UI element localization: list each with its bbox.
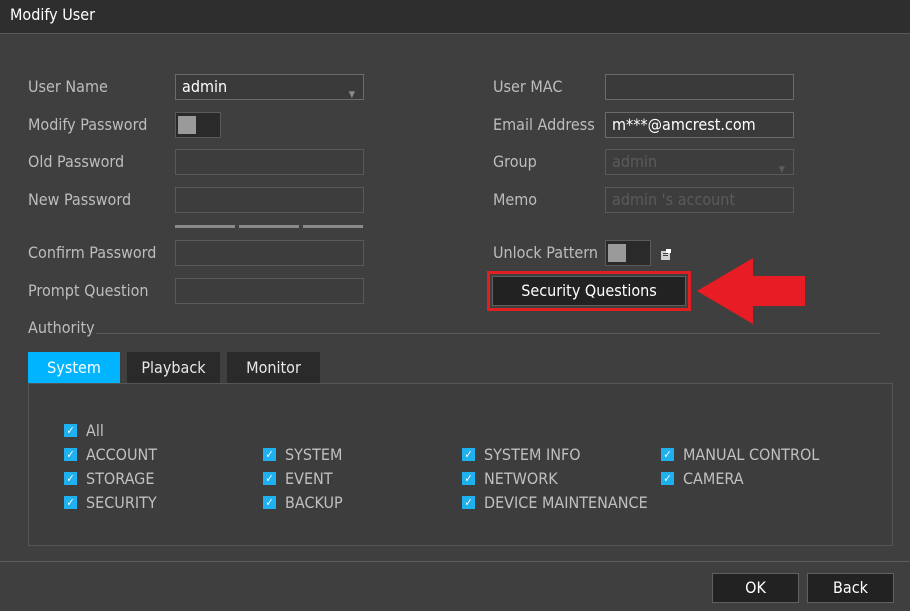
title-bar: Modify User xyxy=(0,0,910,34)
perm-all[interactable]: ✓ All xyxy=(64,421,104,440)
ok-button[interactable]: OK xyxy=(712,573,799,603)
window-title: Modify User xyxy=(10,5,96,24)
confirm-password-label: Confirm Password xyxy=(28,243,157,262)
authority-divider xyxy=(96,333,880,334)
check-icon[interactable]: ✓ xyxy=(64,496,77,509)
perm-manual-control[interactable]: ✓ MANUAL CONTROL xyxy=(661,445,819,464)
prompt-question-field[interactable] xyxy=(175,278,364,304)
group-value: admin xyxy=(612,152,658,171)
group-select[interactable]: admin ▼ xyxy=(605,149,794,175)
check-icon[interactable]: ✓ xyxy=(263,496,276,509)
memo-label: Memo xyxy=(493,190,538,209)
modify-password-toggle[interactable] xyxy=(175,112,221,138)
username-label: User Name xyxy=(28,77,108,96)
back-button[interactable]: Back xyxy=(807,573,894,603)
unlock-pattern-toggle[interactable] xyxy=(605,240,651,266)
edit-pattern-icon[interactable] xyxy=(660,246,672,265)
chevron-down-icon: ▼ xyxy=(778,165,785,175)
check-icon[interactable]: ✓ xyxy=(462,496,475,509)
tab-monitor[interactable]: Monitor xyxy=(227,352,320,383)
perm-device-maintenance[interactable]: ✓ DEVICE MAINTENANCE xyxy=(462,493,648,512)
perm-event[interactable]: ✓ EVENT xyxy=(263,469,333,488)
perm-security[interactable]: ✓ SECURITY xyxy=(64,493,157,512)
check-icon[interactable]: ✓ xyxy=(64,424,77,437)
password-strength-bar-3 xyxy=(303,225,363,228)
security-questions-button[interactable]: Security Questions xyxy=(492,276,686,306)
group-label: Group xyxy=(493,152,537,171)
check-icon[interactable]: ✓ xyxy=(263,448,276,461)
check-icon[interactable]: ✓ xyxy=(661,472,674,485)
prompt-question-label: Prompt Question xyxy=(28,281,149,300)
tab-system[interactable]: System xyxy=(28,352,120,383)
new-password-label: New Password xyxy=(28,190,132,209)
confirm-password-field[interactable] xyxy=(175,240,364,266)
password-strength-bar-2 xyxy=(239,225,299,228)
check-icon[interactable]: ✓ xyxy=(462,448,475,461)
new-password-field[interactable] xyxy=(175,187,364,213)
unlock-pattern-label: Unlock Pattern xyxy=(493,243,598,262)
chevron-down-icon: ▼ xyxy=(348,90,355,100)
username-select[interactable]: admin ▼ xyxy=(175,74,364,100)
modify-password-label: Modify Password xyxy=(28,115,148,134)
check-icon[interactable]: ✓ xyxy=(661,448,674,461)
username-value: admin xyxy=(182,77,228,96)
perm-storage[interactable]: ✓ STORAGE xyxy=(64,469,154,488)
perm-system[interactable]: ✓ SYSTEM xyxy=(263,445,342,464)
memo-field[interactable]: admin 's account xyxy=(605,187,794,213)
perm-system-info[interactable]: ✓ SYSTEM INFO xyxy=(462,445,581,464)
check-icon[interactable]: ✓ xyxy=(64,448,77,461)
old-password-label: Old Password xyxy=(28,152,125,171)
red-arrow-icon xyxy=(697,258,805,324)
check-icon[interactable]: ✓ xyxy=(462,472,475,485)
footer-divider xyxy=(0,561,910,562)
permissions-panel xyxy=(28,383,893,546)
toggle-knob xyxy=(178,116,196,134)
perm-network[interactable]: ✓ NETWORK xyxy=(462,469,558,488)
perm-camera[interactable]: ✓ CAMERA xyxy=(661,469,744,488)
perm-backup[interactable]: ✓ BACKUP xyxy=(263,493,343,512)
email-label: Email Address xyxy=(493,115,595,134)
email-field[interactable]: m***@amcrest.com xyxy=(605,112,794,138)
user-mac-label: User MAC xyxy=(493,77,563,96)
toggle-knob xyxy=(608,244,626,262)
tab-playback[interactable]: Playback xyxy=(127,352,220,383)
check-icon[interactable]: ✓ xyxy=(263,472,276,485)
password-strength-bar-1 xyxy=(175,225,235,228)
perm-account[interactable]: ✓ ACCOUNT xyxy=(64,445,157,464)
user-mac-field[interactable] xyxy=(605,74,794,100)
old-password-field[interactable] xyxy=(175,149,364,175)
authority-label: Authority xyxy=(28,318,95,337)
check-icon[interactable]: ✓ xyxy=(64,472,77,485)
